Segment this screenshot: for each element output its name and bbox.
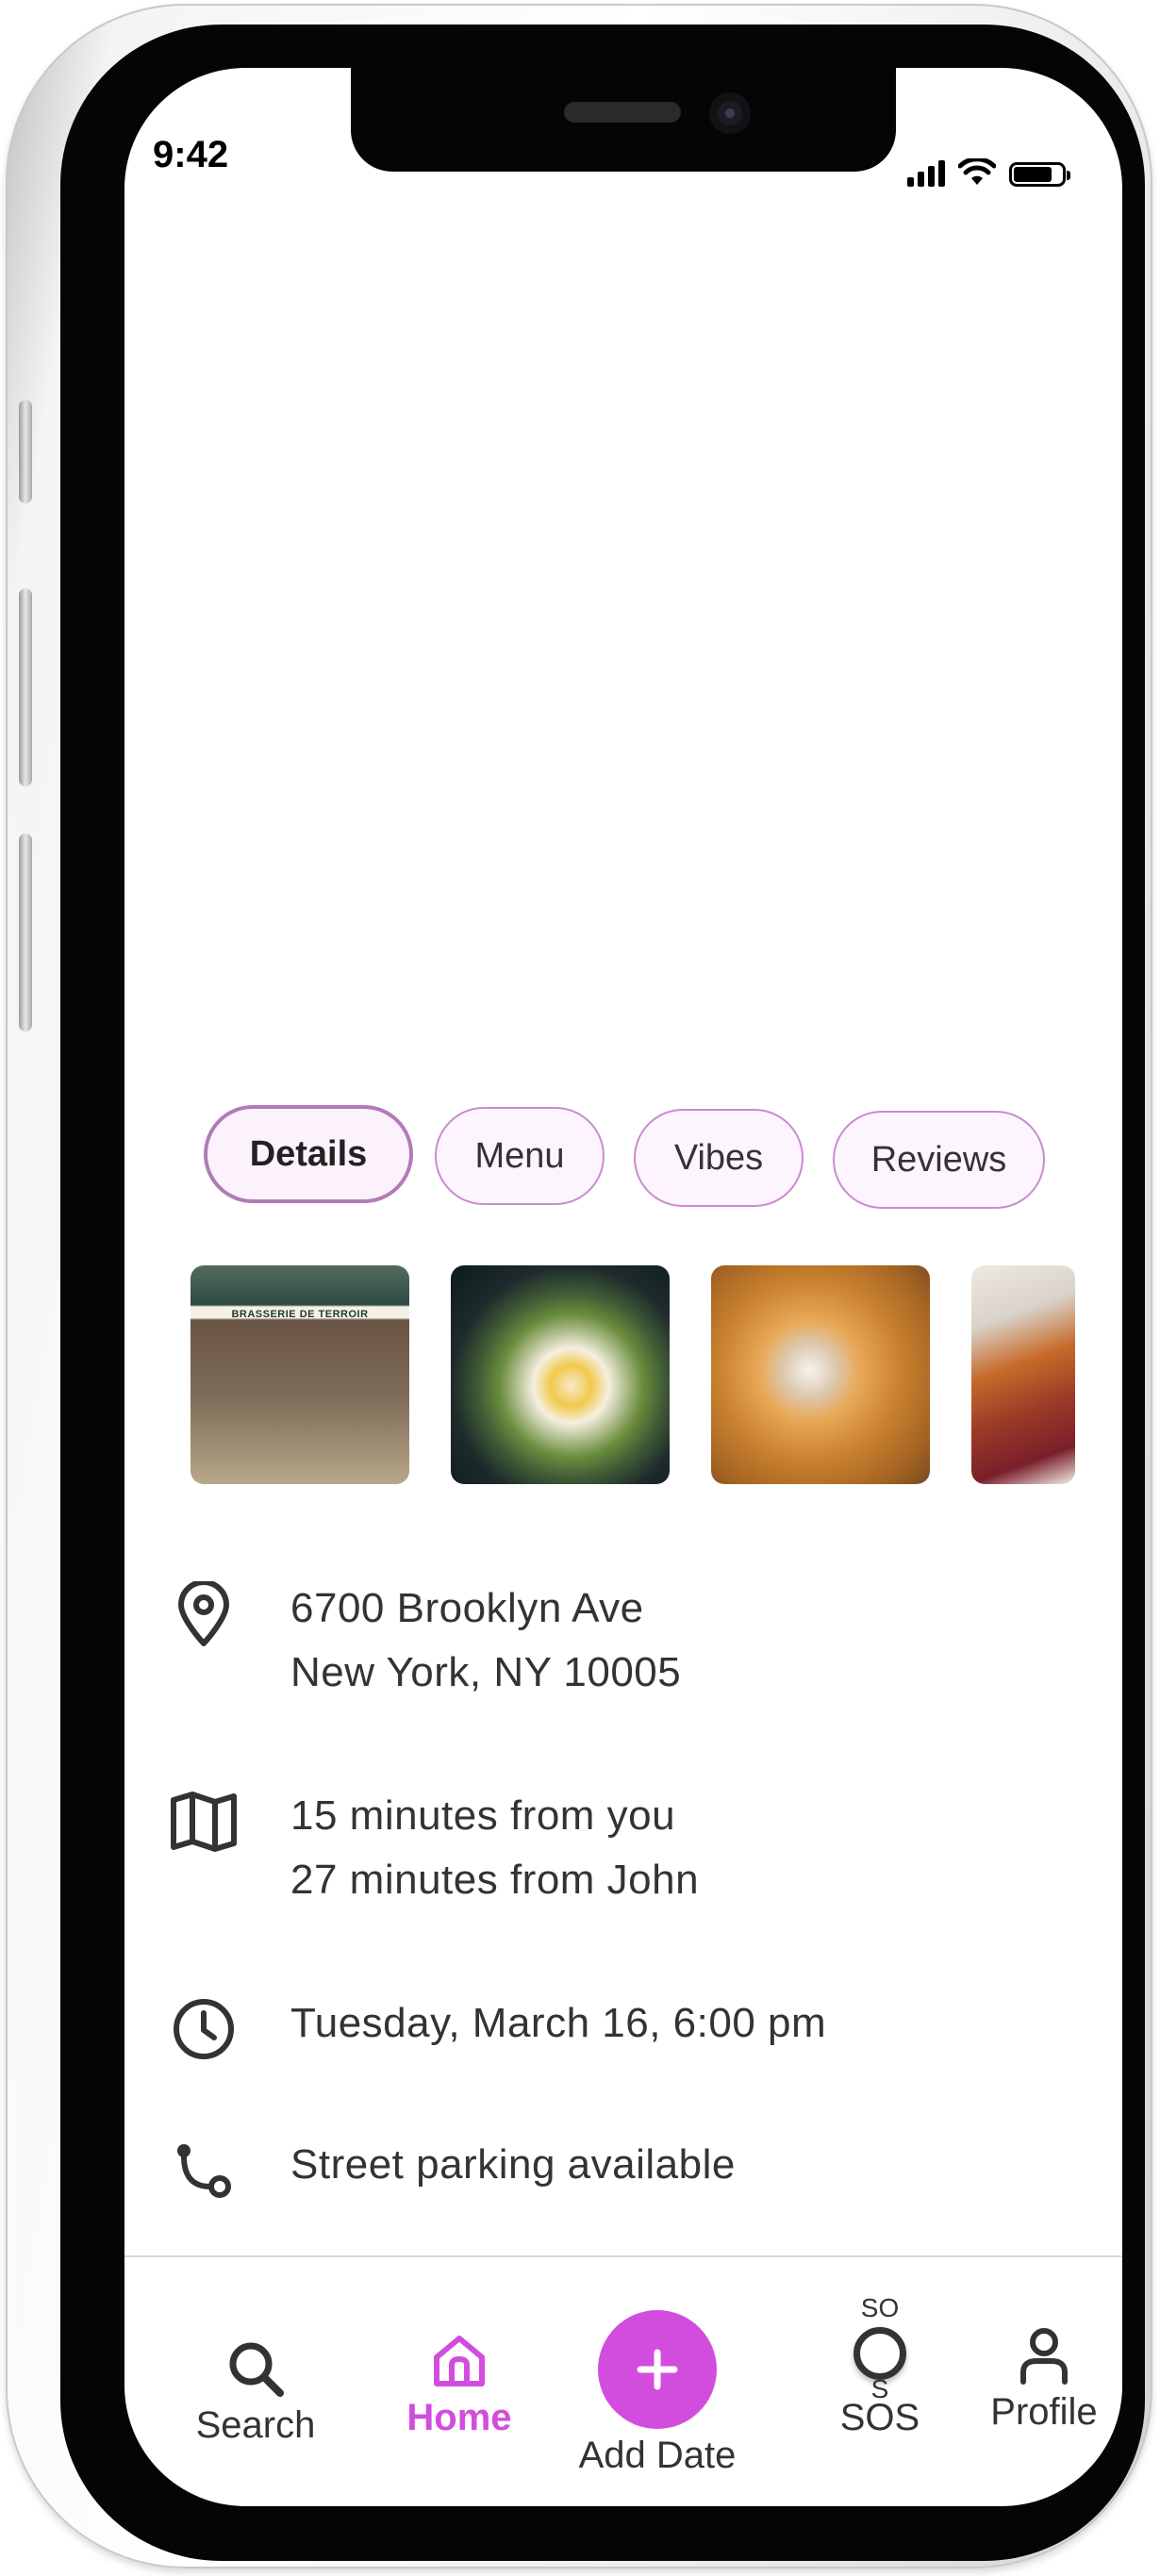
status-time: 9:42 <box>153 134 229 175</box>
distance-from-you: 15 minutes from you <box>290 1792 676 1839</box>
battery-icon <box>1009 162 1070 187</box>
search-icon <box>229 2342 284 2397</box>
tab-menu[interactable]: Menu <box>435 1107 605 1205</box>
map-icon <box>166 1784 241 1859</box>
location-pin-icon <box>166 1577 241 1652</box>
gallery-photo-eggs[interactable] <box>451 1265 670 1484</box>
nav-sos-label: SOS <box>839 2397 920 2438</box>
nav-home-label: Home <box>406 2397 512 2438</box>
parking-text: Street parking available <box>290 2141 736 2188</box>
tab-details[interactable]: Details <box>204 1105 413 1203</box>
nav-search[interactable]: Search <box>185 2338 326 2447</box>
brasserie-sign: BRASSERIE DE TERROIR <box>231 1309 369 1320</box>
clock-icon <box>166 1991 241 2067</box>
volume-down-button <box>19 834 32 1032</box>
photo-gallery[interactable]: BRASSERIE DE TERROIR <box>191 1265 1122 1492</box>
notch <box>351 68 896 172</box>
front-camera <box>709 92 751 134</box>
datetime-text: Tuesday, March 16, 6:00 pm <box>290 2000 827 2046</box>
plus-icon <box>637 2349 678 2390</box>
volume-up-button <box>19 588 32 786</box>
parking-row: Street parking available <box>166 2133 736 2208</box>
address-text: 6700 Brooklyn Ave New York, NY 10005 <box>290 1577 681 1705</box>
wifi-icon <box>958 158 996 185</box>
nav-home[interactable]: Home <box>389 2331 530 2439</box>
add-date-button[interactable] <box>598 2310 717 2429</box>
nav-sos[interactable]: SO S SOS <box>809 2295 951 2439</box>
silent-switch <box>19 400 32 504</box>
nav-profile[interactable]: Profile <box>973 2325 1115 2434</box>
route-icon <box>166 2133 241 2208</box>
home-icon <box>434 2336 485 2386</box>
distance-text: 15 minutes from you 27 minutes from John <box>290 1784 699 1912</box>
detail-tabs: Details Menu Vibes Reviews <box>204 1105 1052 1218</box>
datetime-row: Tuesday, March 16, 6:00 pm <box>166 1991 826 2067</box>
gallery-photo-brasserie[interactable]: BRASSERIE DE TERROIR <box>191 1265 409 1484</box>
tab-vibes[interactable]: Vibes <box>634 1109 804 1207</box>
speaker-grille <box>564 102 681 123</box>
distance-row: 15 minutes from you 27 minutes from John <box>166 1784 699 1912</box>
nav-add-date[interactable]: Add Date <box>558 2310 756 2477</box>
cellular-signal-icon <box>907 160 945 187</box>
phone-frame: 9:42 Details Menu Vibes Reviews BRASSERI… <box>6 4 1152 2568</box>
nav-search-label: Search <box>195 2404 316 2446</box>
sos-icon <box>853 2327 906 2380</box>
gallery-photo-pastries[interactable] <box>711 1265 930 1484</box>
nav-divider <box>124 2255 1122 2257</box>
status-icons <box>907 158 1070 187</box>
nav-add-date-label: Add Date <box>578 2435 737 2476</box>
distance-from-john: 27 minutes from John <box>290 1857 700 1903</box>
profile-icon <box>1020 2328 1068 2385</box>
sos-overlay-top: SO <box>860 2293 900 2322</box>
nav-profile-label: Profile <box>990 2391 1098 2433</box>
gallery-photo-french-toast[interactable] <box>971 1265 1075 1484</box>
address-line-1: 6700 Brooklyn Ave <box>290 1585 644 1631</box>
address-line-2: New York, NY 10005 <box>290 1649 682 1695</box>
address-row: 6700 Brooklyn Ave New York, NY 10005 <box>166 1577 681 1705</box>
app-screen: 9:42 Details Menu Vibes Reviews BRASSERI… <box>124 68 1122 2506</box>
tab-reviews[interactable]: Reviews <box>833 1111 1045 1209</box>
